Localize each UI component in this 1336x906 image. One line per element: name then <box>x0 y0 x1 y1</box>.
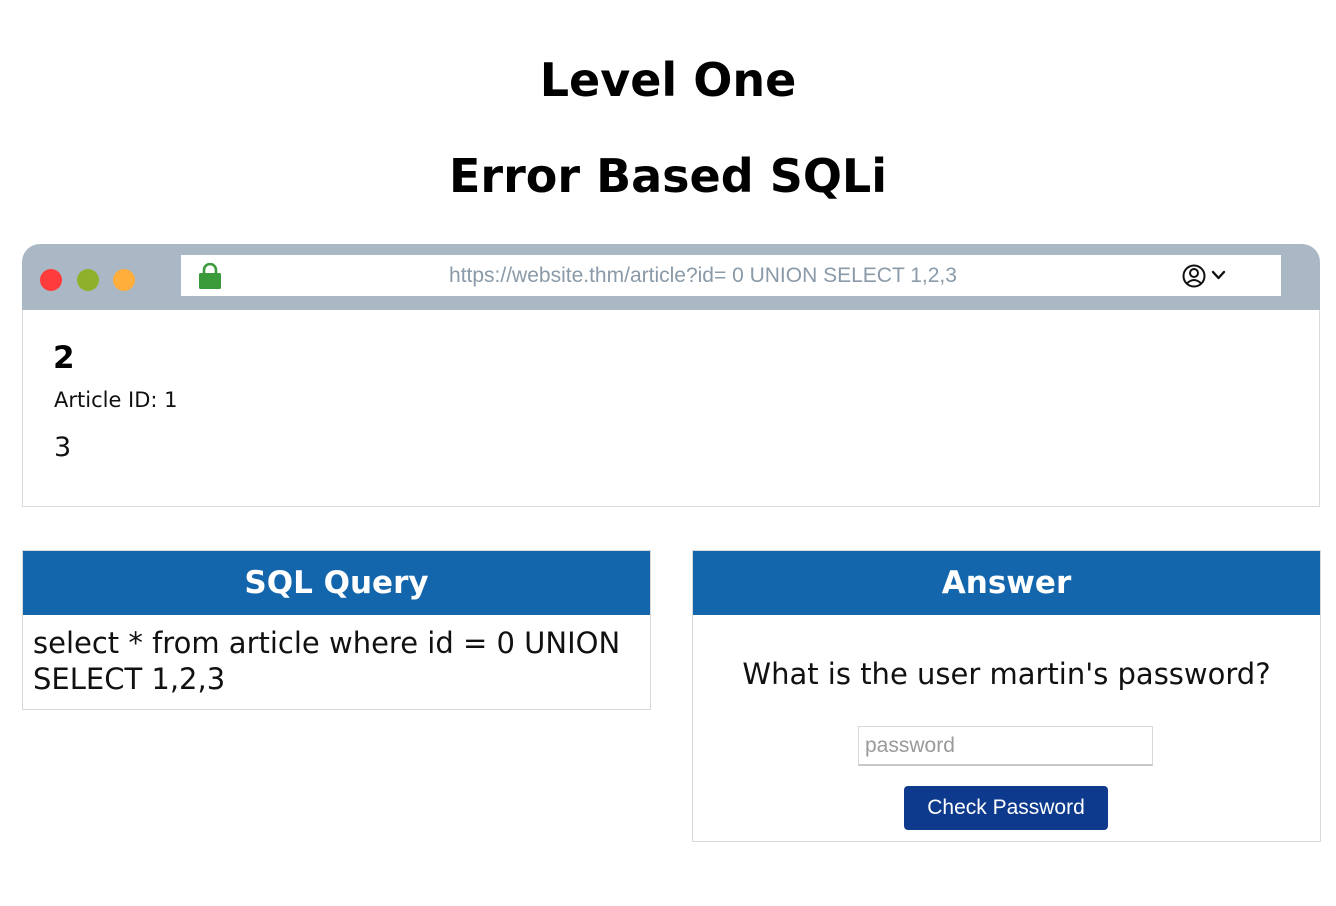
article-content: 3 <box>54 432 72 463</box>
maximize-window-button[interactable] <box>113 269 135 291</box>
answer-panel: Answer What is the user martin's passwor… <box>692 550 1321 842</box>
address-bar[interactable]: https://website.thm/article?id= 0 UNION … <box>181 255 1281 296</box>
minimize-window-button[interactable] <box>77 269 99 291</box>
browser-toolbar: https://website.thm/article?id= 0 UNION … <box>22 244 1320 310</box>
answer-heading: Answer <box>693 551 1320 615</box>
sql-query-text: select * from article where id = 0 UNION… <box>33 626 621 696</box>
article-title: 2 <box>53 340 75 376</box>
user-circle-icon <box>1182 264 1206 288</box>
sql-query-heading: SQL Query <box>23 551 650 615</box>
browser-page-content: 2 Article ID: 1 3 <box>22 310 1320 507</box>
question-text: What is the user martin's password? <box>742 657 1271 691</box>
level-title: Level One <box>539 53 797 107</box>
browser-window: https://website.thm/article?id= 0 UNION … <box>22 244 1320 508</box>
url-text[interactable]: https://website.thm/article?id= 0 UNION … <box>181 255 1225 296</box>
article-meta: Article ID: 1 <box>54 388 178 412</box>
close-window-button[interactable] <box>40 269 62 291</box>
check-password-button[interactable]: Check Password <box>904 786 1108 830</box>
chevron-down-icon <box>1211 270 1226 280</box>
challenge-title: Error Based SQLi <box>448 149 888 203</box>
user-menu-button[interactable] <box>1181 263 1229 289</box>
password-input[interactable] <box>858 726 1153 766</box>
sql-query-panel: SQL Query select * from article where id… <box>22 550 651 710</box>
